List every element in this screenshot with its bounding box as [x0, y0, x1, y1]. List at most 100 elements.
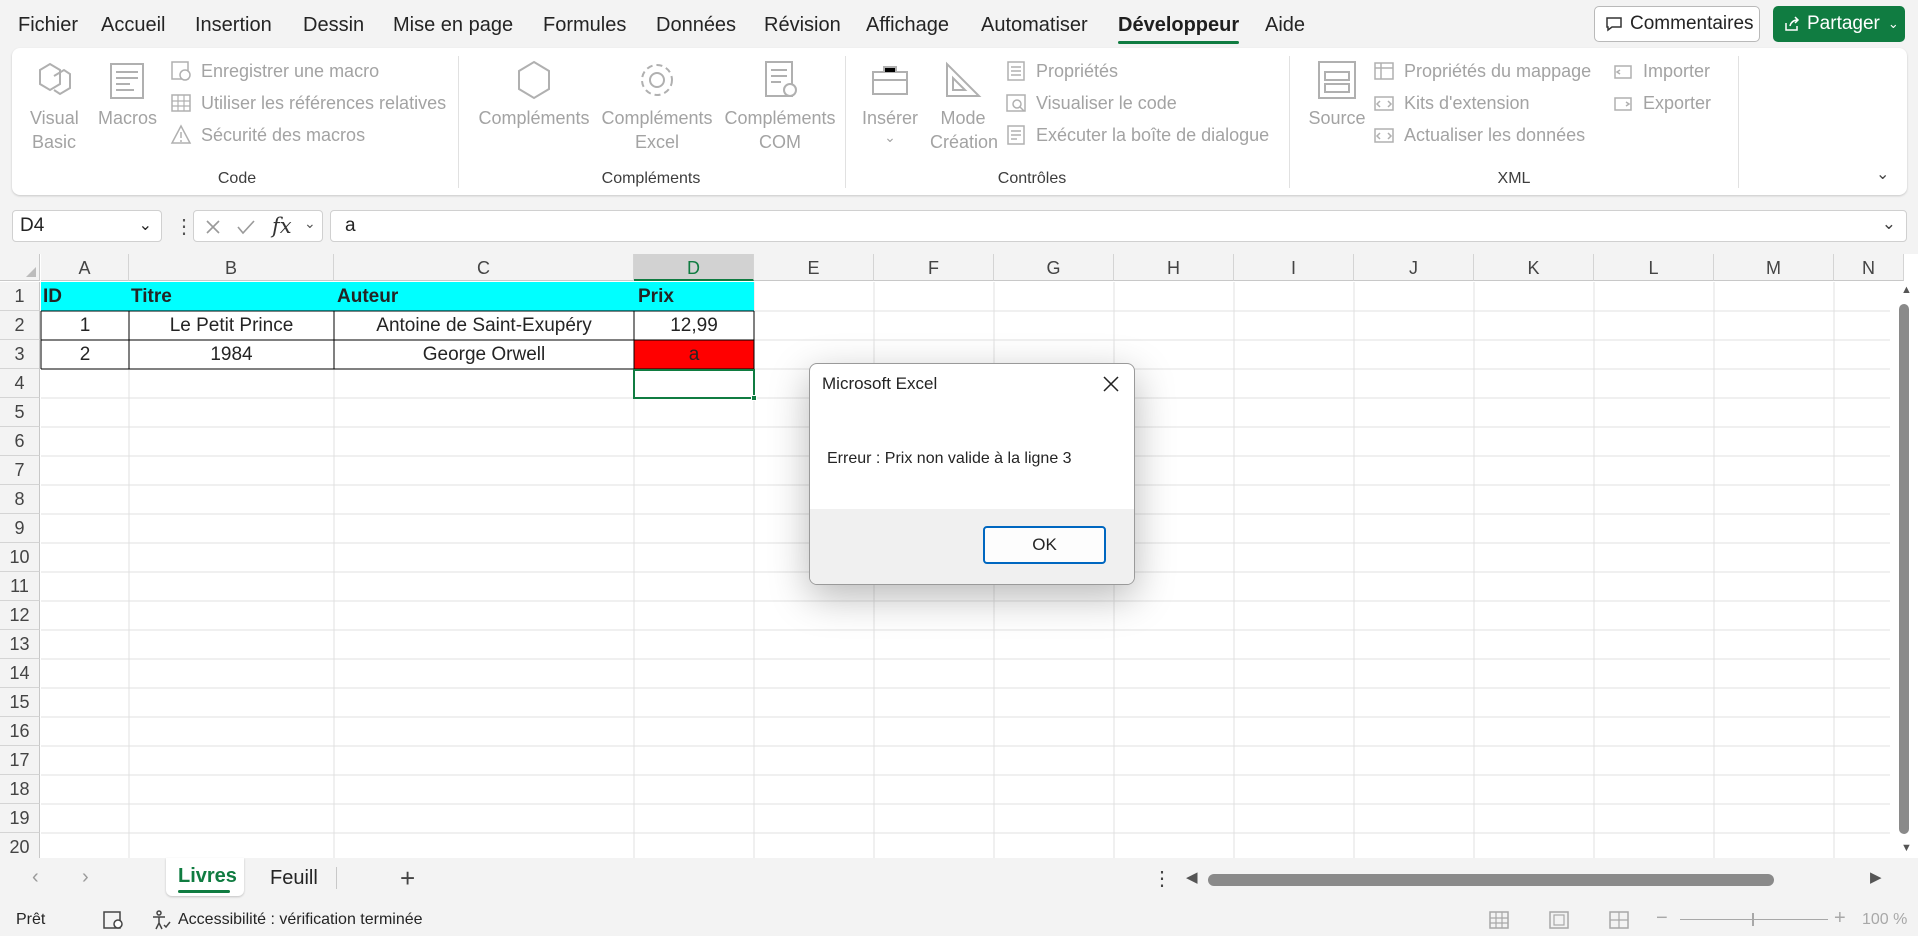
- chevron-down-icon: ⌄: [138, 217, 152, 234]
- excel-addins-button[interactable]: Compléments Excel: [597, 58, 717, 154]
- tab-developpeur[interactable]: Développeur: [1118, 14, 1240, 44]
- view-code-label: Visualiser le code: [1036, 92, 1177, 113]
- macro-recording-icon[interactable]: [102, 910, 124, 930]
- accessibility-status[interactable]: Accessibilité : vérification terminée: [178, 911, 423, 929]
- sheet-tab-feuill[interactable]: Feuill: [252, 858, 334, 896]
- cell-b2[interactable]: Le Petit Prince: [129, 311, 334, 340]
- cell-d2[interactable]: 12,99: [634, 311, 754, 340]
- page-layout-icon[interactable]: [1548, 910, 1570, 930]
- tab-automatiser[interactable]: Automatiser: [981, 14, 1088, 37]
- run-dialog-icon: [1007, 125, 1025, 145]
- more-options-icon[interactable]: ⋮: [1152, 866, 1172, 891]
- cell-d3[interactable]: a: [634, 340, 754, 369]
- chevron-down-icon[interactable]: ⌄: [304, 215, 316, 232]
- horizontal-scroll-thumb[interactable]: [1208, 874, 1774, 886]
- cell-c1[interactable]: Auteur: [337, 282, 632, 311]
- properties-button[interactable]: Propriétés: [1005, 58, 1118, 84]
- macros-icon: [110, 63, 144, 99]
- tab-accueil[interactable]: Accueil: [101, 14, 165, 37]
- cell-a2[interactable]: 1: [41, 311, 129, 340]
- enter-icon[interactable]: [236, 218, 256, 236]
- macros-button[interactable]: Macros: [98, 58, 157, 130]
- formula-input[interactable]: a ⌄: [330, 210, 1907, 242]
- ok-button[interactable]: OK: [983, 526, 1106, 564]
- view-code-icon: [1006, 94, 1026, 112]
- prev-sheet-icon[interactable]: ‹: [32, 866, 39, 889]
- add-sheet-icon[interactable]: +: [400, 863, 415, 894]
- cell-d1[interactable]: Prix: [638, 282, 753, 311]
- scroll-left-icon[interactable]: ◀: [1186, 868, 1198, 886]
- insert-function-icon[interactable]: fx: [272, 214, 292, 238]
- export-button[interactable]: Exporter: [1612, 90, 1711, 116]
- vertical-scrollbar[interactable]: ▲ ▼: [1890, 282, 1918, 858]
- more-options-icon[interactable]: ⋮: [174, 214, 194, 239]
- tab-formules[interactable]: Formules: [543, 14, 626, 37]
- tab-aide[interactable]: Aide: [1265, 14, 1305, 37]
- cell-c2[interactable]: Antoine de Saint-Exupéry: [334, 311, 634, 340]
- tab-insertion[interactable]: Insertion: [195, 14, 272, 37]
- xml-source-button[interactable]: Source: [1304, 58, 1370, 130]
- zoom-slider-track[interactable]: [1680, 919, 1828, 920]
- tab-mise-en-page[interactable]: Mise en page: [393, 14, 513, 37]
- cell-b1[interactable]: Titre: [131, 282, 331, 311]
- design-mode-button[interactable]: Mode Création: [930, 58, 998, 154]
- next-sheet-icon[interactable]: ›: [82, 866, 89, 889]
- refresh-data-button[interactable]: Actualiser les données: [1373, 122, 1585, 148]
- collapse-ribbon-icon[interactable]: ⌄: [1876, 164, 1889, 184]
- addins-button[interactable]: Compléments: [474, 58, 594, 130]
- tab-fichier[interactable]: Fichier: [18, 14, 78, 37]
- cell-a1[interactable]: ID: [43, 282, 127, 311]
- zoom-level[interactable]: 100 %: [1862, 911, 1907, 929]
- insert-control-button[interactable]: Insérer ⌄: [858, 58, 922, 144]
- macro-security-button[interactable]: Sécurité des macros: [170, 122, 365, 148]
- cell-b3[interactable]: 1984: [129, 340, 334, 369]
- addins-label: Compléments: [478, 108, 590, 128]
- expansion-packs-button[interactable]: Kits d'extension: [1373, 90, 1530, 116]
- tab-donnees[interactable]: Données: [656, 14, 736, 37]
- run-dialog-button[interactable]: Exécuter la boîte de dialogue: [1005, 122, 1269, 148]
- record-macro-button[interactable]: Enregistrer une macro: [170, 58, 379, 84]
- relative-refs-button[interactable]: Utiliser les références relatives: [170, 90, 446, 116]
- zoom-in-icon[interactable]: +: [1834, 907, 1846, 930]
- zoom-out-icon[interactable]: −: [1656, 907, 1668, 930]
- zoom-slider-thumb[interactable]: [1752, 913, 1754, 926]
- scroll-right-icon[interactable]: ▶: [1870, 868, 1882, 886]
- comments-button[interactable]: Commentaires: [1594, 6, 1760, 42]
- dialog-title: Microsoft Excel: [822, 374, 938, 393]
- dialog-message: Erreur : Prix non valide à la ligne 3: [827, 450, 1072, 467]
- active-cell-d4[interactable]: [633, 369, 755, 399]
- group-label-addins: Compléments: [601, 170, 701, 187]
- excel-addins-label-1: Compléments: [601, 108, 713, 128]
- com-addins-button[interactable]: Compléments COM: [720, 58, 840, 154]
- tab-revision[interactable]: Révision: [764, 14, 841, 37]
- view-code-button[interactable]: Visualiser le code: [1005, 90, 1177, 116]
- visual-basic-icon: [39, 62, 71, 96]
- expand-formula-icon[interactable]: ⌄: [1882, 214, 1896, 234]
- normal-view-icon[interactable]: [1488, 910, 1510, 930]
- vertical-scroll-thumb[interactable]: [1899, 304, 1909, 834]
- tab-affichage[interactable]: Affichage: [866, 14, 949, 37]
- scroll-down-icon[interactable]: ▼: [1901, 842, 1912, 854]
- refresh-data-icon: [1374, 128, 1394, 143]
- tab-dessin[interactable]: Dessin: [303, 14, 364, 37]
- map-properties-button[interactable]: Propriétés du mappage: [1373, 58, 1591, 84]
- import-button[interactable]: Importer: [1612, 58, 1710, 84]
- name-box[interactable]: D4 ⌄: [12, 210, 162, 242]
- cell-a3[interactable]: 2: [41, 340, 129, 369]
- fill-handle[interactable]: [751, 395, 757, 401]
- com-addins-label-2: COM: [759, 132, 801, 152]
- com-addins-icon: [765, 61, 797, 97]
- import-icon: [1614, 65, 1632, 79]
- share-button[interactable]: Partager ⌄: [1773, 6, 1905, 42]
- visual-basic-button[interactable]: Visual Basic: [30, 58, 79, 154]
- export-label: Exporter: [1643, 92, 1712, 113]
- accessibility-icon[interactable]: [150, 909, 172, 931]
- scroll-up-icon[interactable]: ▲: [1901, 284, 1912, 296]
- cancel-icon[interactable]: [204, 218, 222, 236]
- sheet-tab-livres[interactable]: Livres: [166, 858, 244, 896]
- page-break-icon[interactable]: [1608, 910, 1630, 930]
- properties-icon: [1007, 61, 1025, 81]
- cell-c3[interactable]: George Orwell: [334, 340, 634, 369]
- ready-status: Prêt: [16, 911, 46, 928]
- close-icon[interactable]: [1102, 375, 1120, 393]
